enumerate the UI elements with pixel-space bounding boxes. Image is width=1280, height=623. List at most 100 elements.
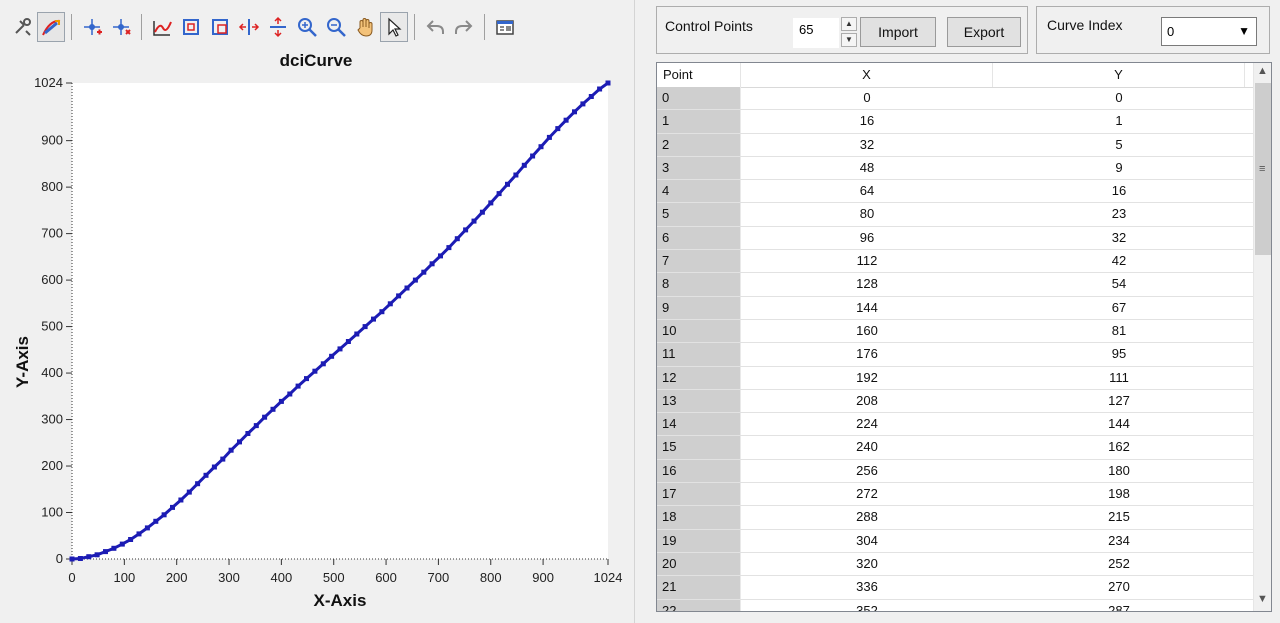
y-value-cell[interactable]: 32 — [993, 227, 1245, 249]
table-row[interactable]: 20 320 252 — [657, 552, 1257, 577]
x-value-cell[interactable]: 208 — [741, 390, 993, 412]
y-value-cell[interactable]: 111 — [993, 367, 1245, 389]
properties-panel-icon[interactable] — [491, 12, 519, 42]
pan-hand-icon[interactable] — [351, 12, 379, 42]
table-row[interactable]: 19 304 234 — [657, 529, 1257, 553]
table-row[interactable]: 12 192 111 — [657, 366, 1257, 390]
point-index-cell[interactable]: 3 — [657, 156, 741, 180]
x-value-cell[interactable]: 320 — [741, 553, 993, 575]
curve-edit-icon[interactable] — [37, 12, 65, 42]
control-points-input[interactable]: 65 — [793, 18, 839, 48]
point-index-cell[interactable]: 12 — [657, 366, 741, 389]
table-row[interactable]: 14 224 144 — [657, 413, 1257, 437]
point-index-cell[interactable]: 8 — [657, 273, 741, 296]
point-index-cell[interactable]: 5 — [657, 203, 741, 226]
x-value-cell[interactable]: 176 — [741, 343, 993, 365]
point-index-cell[interactable]: 2 — [657, 133, 741, 156]
y-value-cell[interactable]: 127 — [993, 390, 1245, 412]
table-row[interactable]: 13 208 127 — [657, 389, 1257, 414]
x-value-cell[interactable]: 336 — [741, 576, 993, 598]
panel-splitter[interactable] — [634, 0, 646, 623]
x-value-cell[interactable]: 224 — [741, 413, 993, 435]
column-header-y[interactable]: Y — [993, 63, 1245, 87]
table-row[interactable]: 4 64 16 — [657, 180, 1257, 204]
table-row[interactable]: 8 128 54 — [657, 273, 1257, 297]
y-value-cell[interactable]: 42 — [993, 250, 1245, 272]
y-value-cell[interactable]: 16 — [993, 180, 1245, 202]
y-value-cell[interactable]: 67 — [993, 297, 1245, 319]
table-row[interactable]: 15 240 162 — [657, 436, 1257, 460]
table-row[interactable]: 000 — [657, 87, 1257, 111]
y-value-cell[interactable]: 144 — [993, 413, 1245, 435]
x-value-cell[interactable]: 32 — [741, 134, 993, 156]
zoom-horizontal-icon[interactable] — [235, 12, 263, 42]
zoom-box-alt-icon[interactable] — [206, 12, 234, 42]
zoom-vertical-icon[interactable] — [264, 12, 292, 42]
point-index-cell[interactable]: 14 — [657, 413, 741, 436]
table-row[interactable]: 10 160 81 — [657, 319, 1257, 344]
table-row[interactable]: 5 80 23 — [657, 203, 1257, 227]
point-index-cell[interactable]: 6 — [657, 226, 741, 250]
scroll-up-icon[interactable]: ▲ — [1254, 65, 1271, 81]
curve-chart[interactable]: dciCurve X-Axis Y-Axis 0 100 200 300 400 500 6… — [0, 44, 634, 623]
zoom-in-icon[interactable] — [293, 12, 321, 42]
point-index-cell[interactable]: 10 — [657, 319, 741, 343]
column-header-x[interactable]: X — [741, 63, 993, 87]
table-row[interactable]: 21 336 270 — [657, 576, 1257, 600]
y-value-cell[interactable]: 180 — [993, 460, 1245, 482]
import-button[interactable]: Import — [860, 17, 936, 47]
spin-up-icon[interactable]: ▲ — [841, 17, 857, 31]
point-index-cell[interactable]: 4 — [657, 180, 741, 203]
curve-index-select[interactable]: 0 ▼ — [1161, 17, 1257, 46]
point-index-cell[interactable]: 19 — [657, 529, 741, 552]
point-index-cell[interactable]: 17 — [657, 483, 741, 506]
zoom-box-icon[interactable] — [177, 12, 205, 42]
table-row[interactable]: 11 176 95 — [657, 343, 1257, 367]
x-value-cell[interactable]: 48 — [741, 157, 993, 179]
redo-icon[interactable] — [450, 12, 478, 42]
y-value-cell[interactable]: 215 — [993, 506, 1245, 528]
control-points-table[interactable]: Point X Y 0 0 0 1 16 1 2 32 5 3 48 9 4 64 16 5 80 23 6 96 32… — [656, 62, 1272, 612]
table-row[interactable]: 9 144 67 — [657, 296, 1257, 320]
column-header-point[interactable]: Point — [657, 63, 741, 87]
x-value-cell[interactable]: 96 — [741, 227, 993, 249]
x-value-cell[interactable]: 240 — [741, 436, 993, 458]
point-index-cell[interactable]: 9 — [657, 296, 741, 319]
table-row[interactable]: 6 96 32 — [657, 226, 1257, 251]
point-index-cell[interactable]: 15 — [657, 436, 741, 459]
table-row[interactable]: 16 256 180 — [657, 459, 1257, 484]
y-value-cell[interactable]: 95 — [993, 343, 1245, 365]
table-row[interactable]: 2 32 5 — [657, 133, 1257, 157]
point-index-cell[interactable]: 22 — [657, 599, 741, 611]
point-index-cell[interactable]: 0 — [657, 87, 741, 110]
y-value-cell[interactable]: 162 — [993, 436, 1245, 458]
y-value-cell[interactable]: 81 — [993, 320, 1245, 342]
x-value-cell[interactable]: 256 — [741, 460, 993, 482]
table-row[interactable]: 1 16 1 — [657, 110, 1257, 134]
spin-down-icon[interactable]: ▼ — [841, 33, 857, 47]
add-point-icon[interactable] — [78, 12, 106, 42]
table-row[interactable]: 18 288 215 — [657, 506, 1257, 530]
point-index-cell[interactable]: 1 — [657, 110, 741, 133]
y-value-cell[interactable]: 252 — [993, 553, 1245, 575]
x-value-cell[interactable]: 0 — [741, 87, 993, 109]
x-value-cell[interactable]: 304 — [741, 530, 993, 552]
table-row[interactable]: 3 48 9 — [657, 156, 1257, 181]
y-value-cell[interactable]: 270 — [993, 576, 1245, 598]
x-value-cell[interactable]: 272 — [741, 483, 993, 505]
table-row[interactable]: 7 112 42 — [657, 250, 1257, 274]
x-value-cell[interactable]: 160 — [741, 320, 993, 342]
table-scrollbar[interactable]: ▲ ≡ ▼ — [1253, 63, 1271, 611]
point-index-cell[interactable]: 11 — [657, 343, 741, 366]
table-row[interactable]: 17 272 198 — [657, 483, 1257, 507]
y-value-cell[interactable]: 9 — [993, 157, 1245, 179]
point-index-cell[interactable]: 18 — [657, 506, 741, 529]
delete-point-icon[interactable] — [107, 12, 135, 42]
settings-tools-icon[interactable] — [8, 12, 36, 42]
y-value-cell[interactable]: 54 — [993, 273, 1245, 295]
y-value-cell[interactable]: 5 — [993, 134, 1245, 156]
y-value-cell[interactable]: 23 — [993, 203, 1245, 225]
y-value-cell[interactable]: 198 — [993, 483, 1245, 505]
x-value-cell[interactable]: 288 — [741, 506, 993, 528]
scroll-down-icon[interactable]: ▼ — [1254, 593, 1271, 609]
